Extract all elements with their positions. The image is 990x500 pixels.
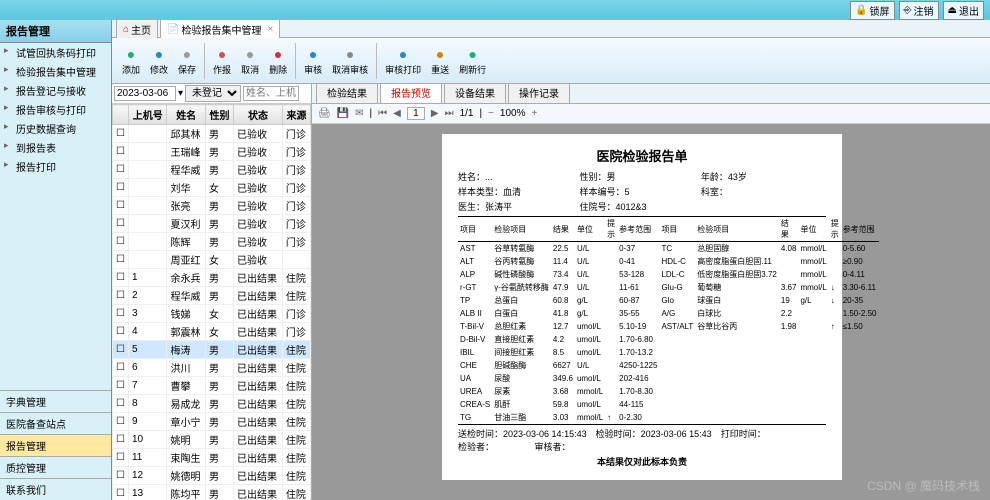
table-row[interactable]: ☐8易成龙男已出结果住院 bbox=[113, 395, 311, 413]
nav-section[interactable]: 医院备查站点 bbox=[0, 412, 111, 434]
subtab[interactable]: 操作记录 bbox=[508, 84, 570, 103]
logout-icon: ⎆ bbox=[904, 5, 912, 16]
zoom-level: 100% bbox=[500, 108, 526, 119]
preview-toolbar: 🖨 💾 ✉ | ⏮ ◀ ▶ ⏭ 1/1 | − 100% + bbox=[312, 104, 990, 124]
nav-item[interactable]: 检验报告集中管理 bbox=[0, 62, 111, 81]
doc-icon: 📄 bbox=[167, 24, 179, 35]
report-title: 医院检验报告单 bbox=[458, 146, 826, 165]
toolbar-审核打印[interactable]: ●审核打印 bbox=[381, 43, 425, 78]
toolbar-作报[interactable]: ●作报 bbox=[209, 43, 235, 78]
toolbar-添加[interactable]: ●添加 bbox=[118, 43, 144, 78]
exit-icon: ⏏ bbox=[948, 5, 957, 16]
table-row[interactable]: ☐1余永兵男已出结果住院 bbox=[113, 269, 311, 287]
zoom-out-icon[interactable]: − bbox=[488, 108, 494, 119]
table-row[interactable]: ☐5梅涛男已出结果住院 bbox=[113, 341, 311, 359]
subtab[interactable]: 设备结果 bbox=[444, 84, 506, 103]
zoom-in-icon[interactable]: + bbox=[532, 108, 538, 119]
last-icon[interactable]: ⏭ bbox=[445, 108, 454, 119]
left-nav: 报告管理 试管回执条码打印检验报告集中管理报告登记与接收报告审核与打印历史数据查… bbox=[0, 20, 112, 500]
first-icon[interactable]: ⏮ bbox=[378, 108, 387, 119]
report-meta: 姓名：... 性别：男 年龄：43岁 样本类型：血清 样本编号：5 科室： 医生… bbox=[458, 169, 826, 217]
table-row[interactable]: ☐13陈均平男已出结果住院 bbox=[113, 485, 311, 500]
watermark: CSDN @ 魔码技术栈 bbox=[867, 477, 980, 494]
left-nav-header: 报告管理 bbox=[0, 20, 111, 43]
table-row[interactable]: ☐12姚德明男已出结果住院 bbox=[113, 467, 311, 485]
home-icon: ⌂ bbox=[123, 24, 129, 35]
subtab[interactable]: 检验结果 bbox=[316, 84, 378, 103]
tab-home[interactable]: ⌂主页 bbox=[116, 19, 158, 39]
toolbar-删除[interactable]: ●删除 bbox=[265, 43, 291, 78]
next-icon[interactable]: ▶ bbox=[431, 108, 439, 119]
preview-area[interactable]: 医院检验报告单 姓名：... 性别：男 年龄：43岁 样本类型：血清 样本编号：… bbox=[312, 124, 990, 500]
nav-item[interactable]: 报告审核与打印 bbox=[0, 100, 111, 119]
lock-button[interactable]: 🔒锁屏 bbox=[850, 1, 894, 20]
toolbar-刷新行[interactable]: ●刷新行 bbox=[455, 43, 490, 78]
grid-header[interactable]: 上机号 bbox=[128, 105, 166, 125]
patient-grid[interactable]: 上机号姓名性别状态来源☐邱其林男已验收门诊☐王瑞峰男已验收门诊☐程华威男已验收门… bbox=[112, 104, 311, 500]
table-row[interactable]: ☐4郭震林女已出结果门诊 bbox=[113, 323, 311, 341]
nav-section[interactable]: 报告管理 bbox=[0, 434, 111, 456]
table-row[interactable]: ☐张亮男已验收门诊 bbox=[113, 197, 311, 215]
mail-icon[interactable]: ✉ bbox=[355, 108, 363, 119]
table-row[interactable]: ☐3钱娣女已出结果门诊 bbox=[113, 305, 311, 323]
sub-tab-bar: 检验结果报告预览设备结果操作记录 bbox=[312, 84, 990, 104]
toolbar-取消审核[interactable]: ●取消审核 bbox=[328, 43, 372, 78]
toolbar-修改[interactable]: ●修改 bbox=[146, 43, 172, 78]
prev-icon[interactable]: ◀ bbox=[393, 108, 401, 119]
nav-item[interactable]: 试管回执条码打印 bbox=[0, 43, 111, 62]
subtab[interactable]: 报告预览 bbox=[380, 84, 442, 103]
table-row[interactable]: ☐10姚明男已出结果住院 bbox=[113, 431, 311, 449]
grid-header[interactable]: 状态 bbox=[234, 105, 283, 125]
toolbar-取消[interactable]: ●取消 bbox=[237, 43, 263, 78]
table-row[interactable]: ☐邱其林男已验收门诊 bbox=[113, 125, 311, 143]
toolbar-审核[interactable]: ●审核 bbox=[300, 43, 326, 78]
status-select[interactable]: 未登记 bbox=[185, 85, 241, 102]
table-row[interactable]: ☐2程华威男已出结果住院 bbox=[113, 287, 311, 305]
nav-section[interactable]: 联系我们 bbox=[0, 478, 111, 500]
filter-bar: ▾ 未登记 bbox=[112, 84, 311, 104]
title-bar: 🔒锁屏 ⎆注销 ⏏退出 bbox=[0, 0, 990, 20]
report-results: 项目检验项目结果单位提示参考范围AST谷草转氨酶22.5U/L0-37ALT谷丙… bbox=[458, 217, 826, 425]
tab-report-manage[interactable]: 📄检验报告集中管理× bbox=[160, 19, 280, 39]
table-row[interactable]: ☐周亚红女已验收 bbox=[113, 251, 311, 269]
table-row[interactable]: ☐陈辉男已验收门诊 bbox=[113, 233, 311, 251]
grid-header[interactable]: 来源 bbox=[282, 105, 310, 125]
table-row[interactable]: ☐7曹攀男已出结果住院 bbox=[113, 377, 311, 395]
date-input[interactable] bbox=[114, 86, 176, 101]
nav-section[interactable]: 质控管理 bbox=[0, 456, 111, 478]
table-row[interactable]: ☐夏汉利男已验收门诊 bbox=[113, 215, 311, 233]
close-icon[interactable]: × bbox=[268, 24, 274, 35]
nav-item[interactable]: 报告打印 bbox=[0, 157, 111, 176]
search-input[interactable] bbox=[243, 86, 299, 101]
lock-icon: 🔒 bbox=[855, 5, 867, 16]
save-icon[interactable]: 💾 bbox=[337, 108, 349, 119]
logout-button[interactable]: ⎆注销 bbox=[899, 1, 939, 20]
toolbar: ●添加●修改●保存 ●作报●取消●删除 ●审核●取消审核 ●审核打印●重送●刷新行 bbox=[112, 38, 990, 84]
table-row[interactable]: ☐9章小宁男已出结果住院 bbox=[113, 413, 311, 431]
table-row[interactable]: ☐王瑞峰男已验收门诊 bbox=[113, 143, 311, 161]
report-sheet: 医院检验报告单 姓名：... 性别：男 年龄：43岁 样本类型：血清 样本编号：… bbox=[442, 134, 842, 480]
grid-header[interactable] bbox=[113, 105, 129, 125]
dropdown-icon[interactable]: ▾ bbox=[178, 88, 183, 99]
nav-section[interactable]: 字典管理 bbox=[0, 390, 111, 412]
exit-button[interactable]: ⏏退出 bbox=[943, 1, 984, 20]
table-row[interactable]: ☐程华威男已验收门诊 bbox=[113, 161, 311, 179]
nav-item[interactable]: 到报告表 bbox=[0, 138, 111, 157]
nav-item[interactable]: 报告登记与接收 bbox=[0, 81, 111, 100]
page-total: 1/1 bbox=[460, 108, 474, 119]
grid-header[interactable]: 性别 bbox=[205, 105, 233, 125]
table-row[interactable]: ☐6洪川男已出结果住院 bbox=[113, 359, 311, 377]
grid-panel: ▾ 未登记 上机号姓名性别状态来源☐邱其林男已验收门诊☐王瑞峰男已验收门诊☐程华… bbox=[112, 84, 312, 500]
nav-item[interactable]: 历史数据查询 bbox=[0, 119, 111, 138]
table-row[interactable]: ☐11束陶生男已出结果住院 bbox=[113, 449, 311, 467]
print-icon[interactable]: 🖨 bbox=[318, 108, 331, 119]
report-footer: 送检时间：2023-03-06 14:15:43 检验时间：2023-03-06… bbox=[458, 425, 826, 468]
page-input[interactable] bbox=[407, 107, 425, 120]
toolbar-保存[interactable]: ●保存 bbox=[174, 43, 200, 78]
tab-bar: ⌂主页 📄检验报告集中管理× bbox=[112, 20, 990, 38]
table-row[interactable]: ☐刘华女已验收门诊 bbox=[113, 179, 311, 197]
grid-header[interactable]: 姓名 bbox=[167, 105, 205, 125]
toolbar-重送[interactable]: ●重送 bbox=[427, 43, 453, 78]
